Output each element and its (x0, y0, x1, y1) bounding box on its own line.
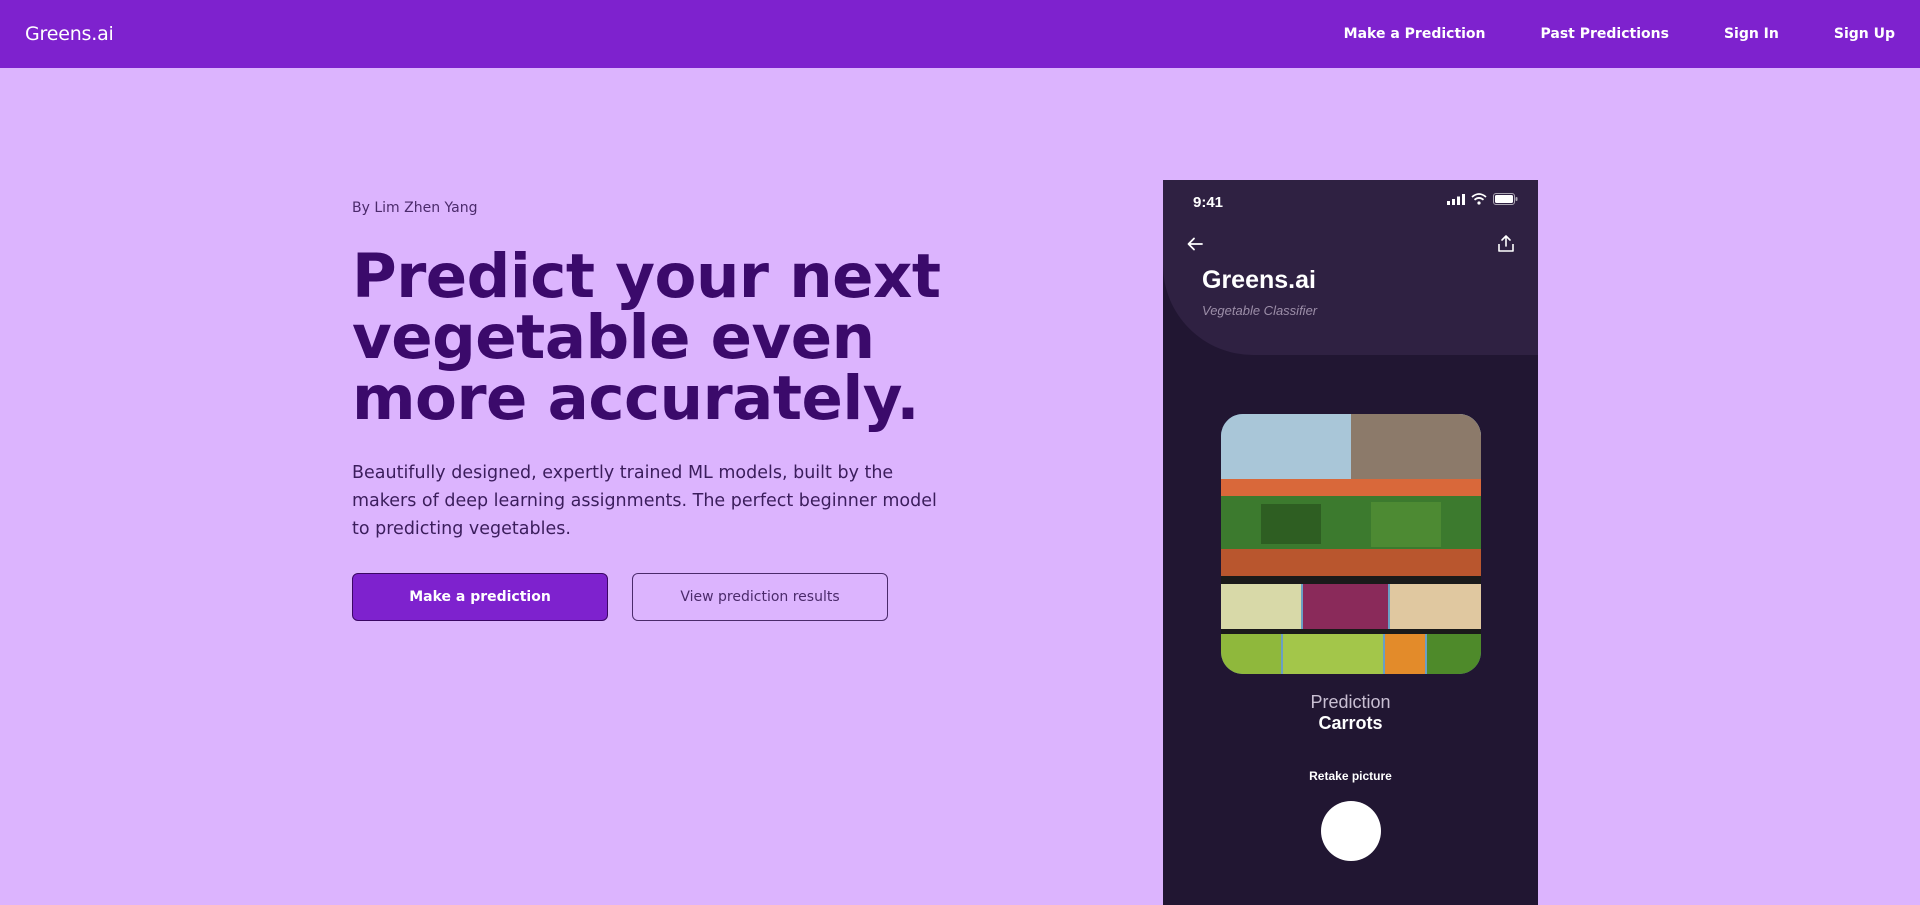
status-bar-icons (1447, 193, 1518, 205)
back-arrow-icon[interactable] (1185, 234, 1205, 254)
author-byline: By Lim Zhen Yang (352, 200, 478, 216)
shutter-button[interactable] (1321, 801, 1381, 861)
vegetable-market-photo (1221, 414, 1481, 674)
nav-link-make-prediction[interactable]: Make a Prediction (1344, 26, 1486, 42)
make-prediction-button[interactable]: Make a prediction (352, 573, 608, 621)
brand-logo-link[interactable]: Greens.ai (25, 23, 114, 45)
share-icon[interactable] (1496, 234, 1516, 254)
hero-section: By Lim Zhen Yang Predict your next veget… (352, 200, 942, 621)
prediction-value: Carrots (1318, 713, 1383, 733)
nav-link-past-predictions[interactable]: Past Predictions (1541, 26, 1669, 42)
battery-icon (1493, 193, 1518, 205)
nav-link-sign-up[interactable]: Sign Up (1834, 26, 1895, 42)
hero-description: Beautifully designed, expertly trained M… (352, 463, 937, 539)
top-navbar: Greens.ai Make a Prediction Past Predict… (0, 0, 1920, 68)
cta-buttons: Make a prediction View prediction result… (352, 573, 942, 621)
nav-links: Make a Prediction Past Predictions Sign … (1344, 26, 1895, 42)
signal-icon (1447, 193, 1465, 205)
nav-link-sign-in[interactable]: Sign In (1724, 26, 1779, 42)
retake-picture-label[interactable]: Retake picture (1163, 769, 1538, 783)
status-bar-time: 9:41 (1193, 194, 1224, 211)
app-title: Greens.ai (1202, 266, 1316, 294)
prediction-label: Prediction (1310, 692, 1391, 712)
wifi-icon (1471, 193, 1487, 205)
view-results-button[interactable]: View prediction results (632, 573, 888, 621)
phone-mockup: 9:41 Greens.ai Vegetable Classifier Pred… (1163, 180, 1538, 905)
app-subtitle: Vegetable Classifier (1202, 303, 1318, 318)
hero-headline: Predict your next vegetable even more ac… (352, 241, 941, 434)
